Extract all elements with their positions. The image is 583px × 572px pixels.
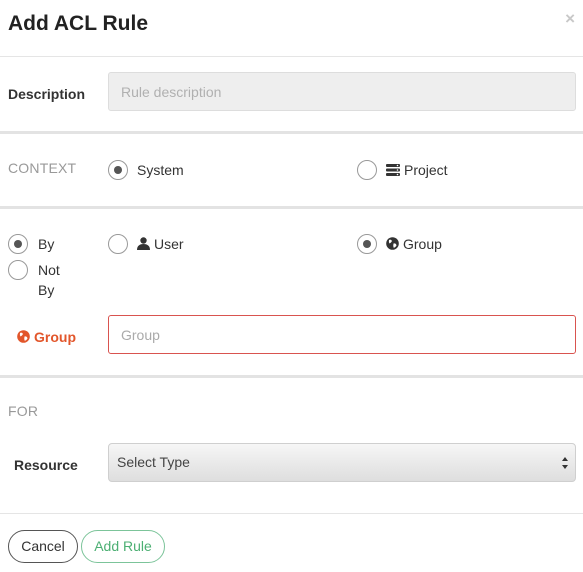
match-by-radio[interactable] [8,234,28,254]
group-field-label-text: Group [34,329,76,345]
add-acl-rule-dialog: Add ACL Rule × Description CONTEXT Syste… [0,0,583,572]
globe-icon [17,330,30,343]
subject-user-radio[interactable] [108,234,128,254]
group-field-label: Group [17,329,76,345]
resource-label: Resource [14,457,78,473]
list-icon [386,164,400,176]
subject-user-label: User [154,236,184,252]
add-rule-button[interactable]: Add Rule [81,530,165,563]
subject-user-option[interactable]: User [137,234,184,254]
dialog-title: Add ACL Rule [8,12,148,35]
context-project-label: Project [404,162,448,178]
select-arrows-icon [562,457,568,469]
dialog-header: Add ACL Rule × [0,0,583,57]
description-input[interactable] [108,72,576,111]
subject-group-option[interactable]: Group [386,234,442,254]
globe-icon [386,237,399,250]
context-project-radio[interactable] [357,160,377,180]
user-icon [137,237,150,250]
context-project-option[interactable]: Project [386,160,448,180]
section-divider [0,375,583,378]
context-label: CONTEXT [8,160,77,176]
match-by-label[interactable]: By [38,234,54,254]
footer-divider [0,513,583,514]
section-divider [0,131,583,134]
description-label: Description [8,86,86,102]
section-divider [0,206,583,209]
close-icon[interactable]: × [565,10,575,27]
context-system-label[interactable]: System [137,160,184,180]
for-label: FOR [8,403,39,419]
context-system-radio[interactable] [108,160,128,180]
resource-type-selected: Select Type [117,454,190,470]
match-not-by-label[interactable]: Not By [38,260,68,300]
subject-group-radio[interactable] [357,234,377,254]
resource-type-select[interactable]: Select Type [108,443,576,482]
match-not-by-radio[interactable] [8,260,28,280]
cancel-button[interactable]: Cancel [8,530,78,563]
group-input[interactable] [108,315,576,354]
subject-group-label: Group [403,236,442,252]
